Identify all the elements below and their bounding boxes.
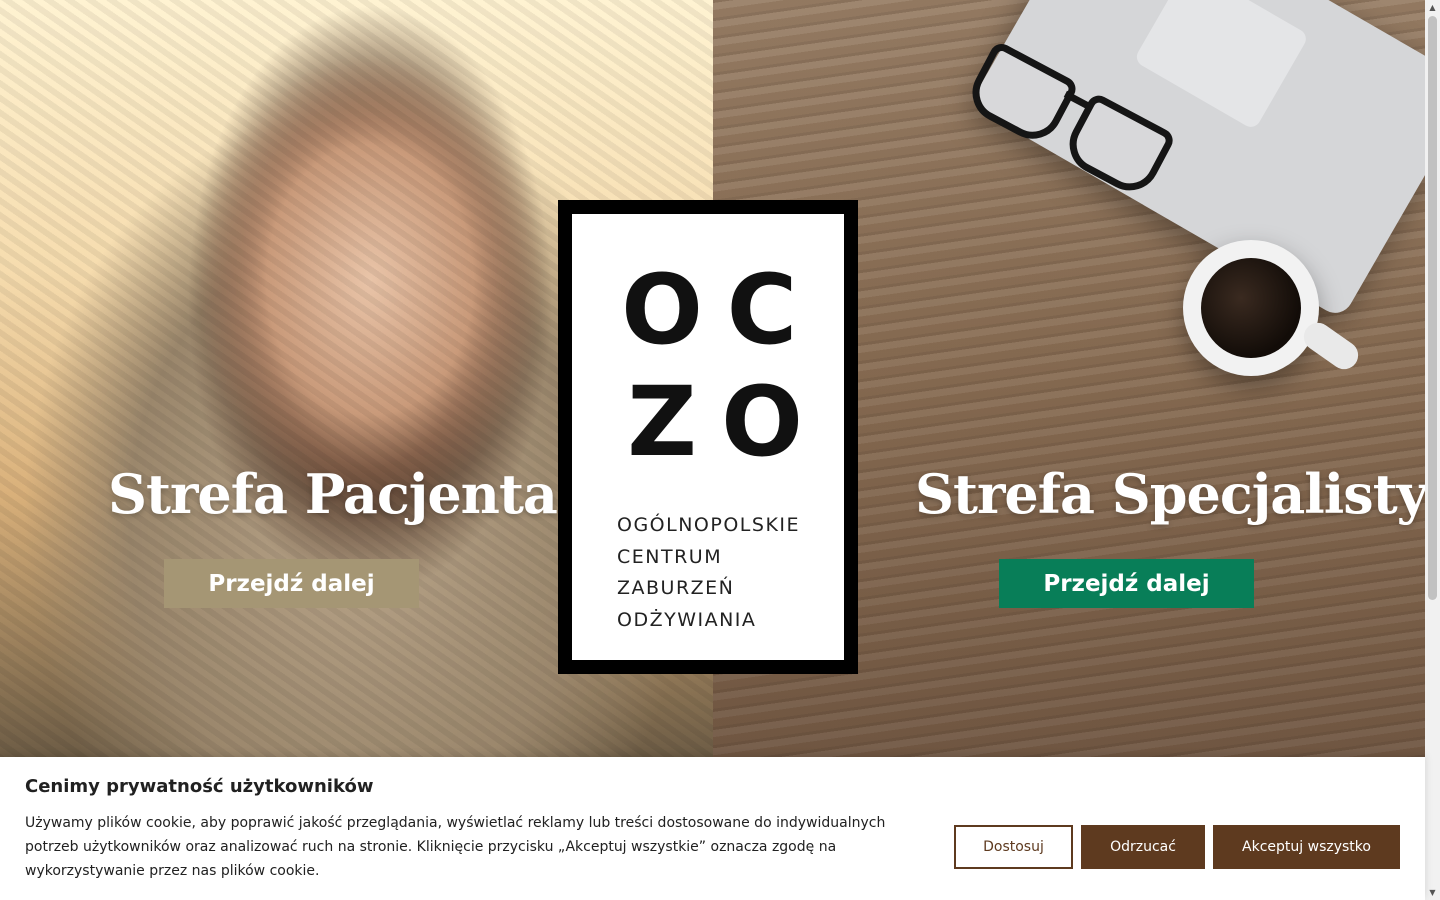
logo-inner: O C Z O OGÓLNOPOLSKIE CENTRUM ZABURZEŃ O… [572,214,844,660]
logo-letter: Z [627,366,697,478]
logo-letter: C [726,254,798,366]
scrollbar-thumb[interactable] [1428,16,1437,600]
page-scrollbar[interactable]: ▲ ▼ [1425,0,1440,900]
patient-zone-button[interactable]: Przejdź dalej [164,559,419,608]
cookie-accept-all-button[interactable]: Akceptuj wszystko [1213,825,1400,869]
logo-line: CENTRUM [617,545,723,568]
cookie-reject-button[interactable]: Odrzucać [1081,825,1205,869]
logo-line: ODŻYWIANIA [617,608,757,631]
specialist-zone-button[interactable]: Przejdź dalej [999,559,1254,608]
logo-line: ZABURZEŃ [617,577,735,599]
coffee-cup-image [1183,240,1364,376]
specialist-zone-title: Strefa Specjalisty [915,462,1428,526]
cookie-banner-text: Używamy plików cookie, aby poprawić jako… [25,815,886,879]
cookie-customize-button[interactable]: Dostosuj [954,825,1073,869]
patient-zone-title: Strefa Pacjenta [108,462,558,526]
logo-letter: O [721,366,803,478]
laptop-trackpad [1133,0,1310,131]
logo-tagline: OGÓLNOPOLSKIE CENTRUM ZABURZEŃ ODŻYWIANI… [617,510,837,636]
logo-line: OGÓLNOPOLSKIE [617,514,801,536]
arrow-up-icon[interactable]: ▲ [1425,0,1440,15]
arrow-down-icon[interactable]: ▼ [1425,885,1440,900]
logo-letters: O C Z O [612,258,812,474]
coffee [1201,258,1301,358]
cup-handle [1298,317,1364,375]
oczo-logo[interactable]: O C Z O OGÓLNOPOLSKIE CENTRUM ZABURZEŃ O… [558,200,858,674]
logo-letter: O [621,254,703,366]
cookie-banner: Cenimy prywatność użytkowników Używamy p… [0,757,1425,900]
cookie-banner-title: Cenimy prywatność użytkowników [25,776,374,797]
